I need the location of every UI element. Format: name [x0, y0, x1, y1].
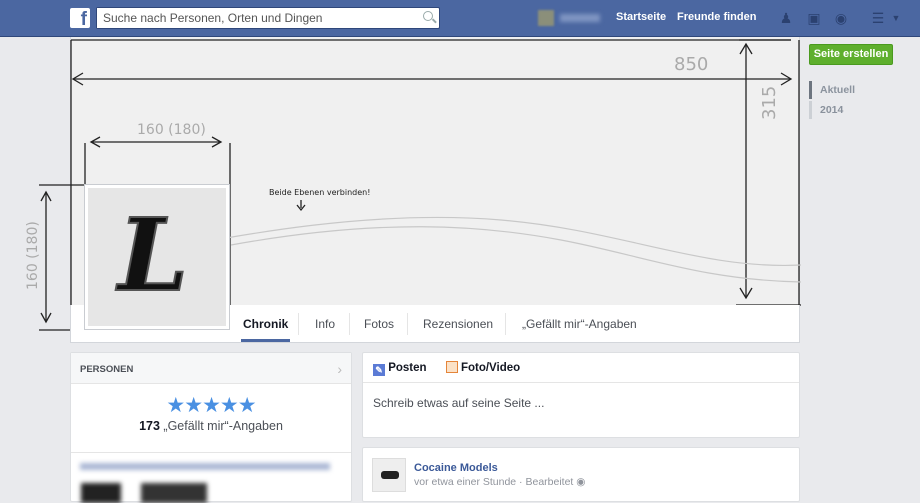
tab-rezensionen[interactable]: Rezensionen	[421, 305, 495, 342]
page-avatar[interactable]	[372, 458, 406, 492]
post-card: Cocaine Models vor etwa einer Stunde · B…	[362, 447, 800, 502]
composer-tab-photo-video[interactable]: Foto/Video	[461, 362, 520, 374]
profile-picture[interactable]: L	[84, 184, 230, 330]
people-card: PERSONEN › ★★★★★ 173 „Gefällt mir“-Angab…	[70, 352, 352, 503]
likes-count: 173	[139, 419, 160, 433]
globe-icon: ◉	[576, 476, 586, 488]
tab-chronik[interactable]: Chronik	[241, 305, 291, 342]
likes-label: „Gefällt mir“-Angaben	[163, 419, 283, 433]
timeline-2014[interactable]: 2014	[809, 101, 843, 119]
pencil-icon: ✎	[373, 364, 385, 376]
timeline-current[interactable]: Aktuell	[809, 81, 855, 99]
friend-thumbnail[interactable]	[81, 483, 121, 503]
cover-width-label: 850	[674, 54, 708, 75]
friend-thumbnail[interactable]	[141, 483, 207, 503]
profile-logo-letter: L	[117, 195, 189, 315]
annotation-note: Beide Ebenen verbinden!	[269, 188, 370, 197]
pic-height-label: 160 (180)	[25, 221, 41, 290]
chevron-right-icon[interactable]: ›	[337, 361, 342, 377]
tab-info[interactable]: Info	[313, 305, 337, 342]
cover-height-label: 315	[759, 86, 780, 120]
pic-width-label: 160 (180)	[137, 122, 206, 138]
post-author-link[interactable]: Cocaine Models	[414, 462, 498, 474]
composer-tab-post[interactable]: Posten	[388, 362, 426, 374]
tab-likes[interactable]: „Gefällt mir“-Angaben	[520, 305, 639, 342]
people-title: PERSONEN	[71, 353, 351, 384]
tab-fotos[interactable]: Fotos	[362, 305, 396, 342]
post-timestamp[interactable]: vor etwa einer Stunde · Bearbeitet	[414, 476, 573, 488]
composer-card: ✎ Posten Foto/Video Schreib etwas auf se…	[362, 352, 800, 438]
right-sidebar: Seite erstellen Aktuell 2014	[808, 37, 920, 497]
create-page-button[interactable]: Seite erstellen	[809, 44, 893, 65]
composer-input[interactable]: Schreib etwas auf seine Seite ...	[363, 383, 799, 437]
photo-icon	[445, 361, 458, 373]
rating-stars: ★★★★★	[166, 394, 256, 417]
friends-like-text-blurred	[80, 463, 330, 470]
